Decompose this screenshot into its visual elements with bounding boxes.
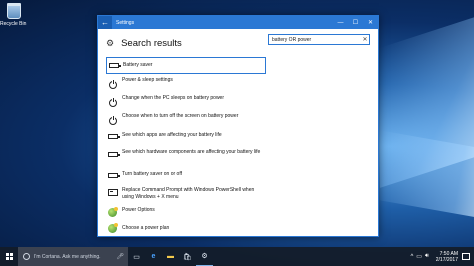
- result-replace-command-prompt[interactable]: Replace Command Prompt with Windows Powe…: [106, 186, 266, 205]
- result-apps-battery-life[interactable]: See which apps are affecting your batter…: [106, 130, 266, 147]
- search-input[interactable]: battery OR power ✕: [268, 34, 370, 45]
- result-label: Change when the PC sleeps on battery pow…: [122, 95, 225, 101]
- desktop-icon-recycle-bin[interactable]: Recycle Bin: [0, 3, 27, 27]
- windows-logo-icon: [5, 253, 13, 260]
- results-list: Battery saver Power & sleep settings Cha…: [106, 57, 266, 236]
- microphone-icon[interactable]: 🎤︎: [116, 253, 124, 260]
- file-explorer-icon[interactable]: ▬: [162, 247, 179, 266]
- clock[interactable]: 7:50 AM 2/17/2017: [436, 251, 458, 263]
- back-arrow-icon: ←: [101, 17, 109, 27]
- result-label: Power Options: [122, 207, 155, 213]
- wallpaper-light-beam: [380, 12, 474, 188]
- edge-browser-icon[interactable]: e: [145, 247, 162, 266]
- power-icon: [108, 79, 117, 89]
- clock-time: 7:50 AM: [439, 250, 458, 257]
- result-label: Turn battery saver on or off: [122, 171, 183, 177]
- page-title: Search results: [121, 38, 182, 49]
- close-icon: ✕: [367, 20, 374, 26]
- result-battery-saver[interactable]: Battery saver: [106, 57, 266, 74]
- power-options-icon: [108, 222, 118, 233]
- power-options-icon: [108, 207, 118, 217]
- maximize-button[interactable]: ☐: [348, 16, 363, 29]
- action-center-icon[interactable]: [462, 253, 470, 260]
- minimize-button[interactable]: —: [333, 16, 348, 29]
- chevron-up-icon[interactable]: ^: [410, 254, 413, 260]
- wallpaper-light-beam: [380, 130, 474, 220]
- result-screen-off-on-battery[interactable]: Choose when to turn off the screen on ba…: [106, 112, 266, 129]
- result-sleep-on-battery[interactable]: Change when the PC sleeps on battery pow…: [106, 94, 266, 111]
- battery-icon: [107, 133, 120, 139]
- settings-taskbar-icon[interactable]: ⚙: [196, 247, 213, 266]
- power-icon: [108, 97, 117, 107]
- desktop-icon-label: Recycle Bin: [0, 21, 27, 27]
- cortana-search-box[interactable]: I'm Cortana. Ask me anything. 🎤︎: [18, 247, 128, 266]
- result-label: Power & sleep settings: [122, 77, 173, 83]
- cortana-icon: [23, 253, 30, 260]
- result-label: Battery saver: [123, 62, 153, 69]
- clock-date: 2/17/2017: [435, 256, 458, 263]
- minimize-icon: —: [337, 19, 344, 26]
- result-turn-battery-saver[interactable]: Turn battery saver on or off: [106, 169, 266, 184]
- start-button[interactable]: [0, 247, 18, 266]
- maximize-icon: ☐: [352, 20, 359, 26]
- battery-icon: [107, 172, 120, 178]
- clear-search-button[interactable]: ✕: [361, 36, 369, 43]
- settings-window: ← Settings — ☐ ✕ ⚙ Search results batter…: [97, 15, 379, 237]
- power-icon: [108, 115, 117, 125]
- result-power-sleep-settings[interactable]: Power & sleep settings: [106, 76, 266, 93]
- result-label: See which apps are affecting your batter…: [122, 132, 222, 138]
- taskbar: I'm Cortana. Ask me anything. 🎤︎ ▭ e ▬ 🛍…: [0, 247, 474, 266]
- battery-icon: [108, 63, 121, 68]
- result-label: Choose when to turn off the screen on ba…: [122, 113, 239, 119]
- system-tray: ^ ▭ 🔊︎ 7:50 AM 2/17/2017: [410, 251, 474, 263]
- result-label: Choose a power plan: [122, 225, 170, 231]
- network-icon[interactable]: ▭: [416, 253, 422, 260]
- store-icon[interactable]: 🛍︎: [179, 247, 196, 266]
- title-bar: ← Settings — ☐ ✕: [98, 16, 378, 29]
- result-label: See which hardware components are affect…: [122, 149, 261, 155]
- result-hardware-battery-life[interactable]: See which hardware components are affect…: [106, 148, 266, 168]
- battery-icon: [107, 152, 120, 157]
- volume-icon[interactable]: 🔊︎: [425, 253, 429, 260]
- recycle-bin-icon: [7, 3, 21, 19]
- gear-icon: ⚙: [106, 38, 115, 48]
- close-button[interactable]: ✕: [363, 16, 378, 29]
- back-button[interactable]: ←: [98, 16, 112, 29]
- cortana-placeholder: I'm Cortana. Ask me anything.: [34, 253, 101, 260]
- result-choose-power-plan[interactable]: Choose a power plan: [106, 222, 266, 236]
- result-power-options[interactable]: Power Options: [106, 206, 266, 221]
- window-title: Settings: [116, 19, 135, 26]
- result-label: Replace Command Prompt with Windows Powe…: [122, 187, 255, 200]
- command-prompt-icon: [107, 189, 118, 196]
- search-query: battery OR power: [272, 36, 312, 43]
- task-view-icon[interactable]: ▭: [128, 247, 145, 266]
- page-header: ⚙ Search results: [106, 38, 182, 49]
